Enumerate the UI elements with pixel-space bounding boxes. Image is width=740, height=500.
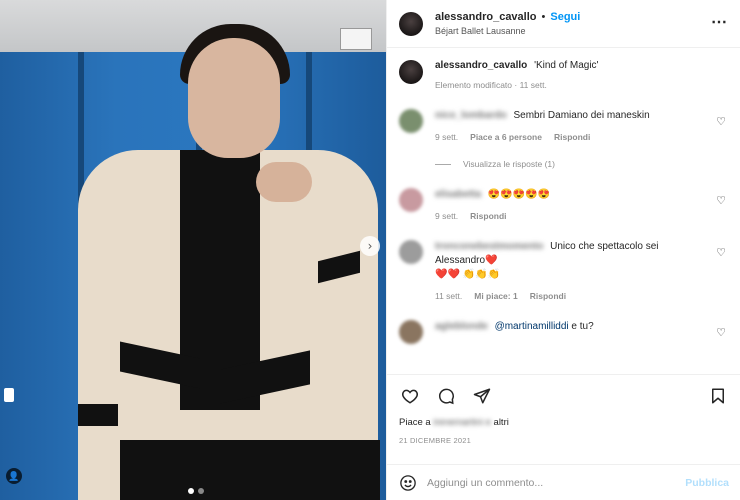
caption-edited-time: Elemento modificato · 11 sett.	[435, 80, 547, 90]
post-photo[interactable]: › 👤	[0, 0, 386, 500]
more-options-icon[interactable]: ⋯	[711, 12, 728, 32]
view-replies-label: Visualizza le risposte (1)	[463, 159, 555, 169]
follow-button[interactable]: Segui	[550, 11, 580, 23]
author-username[interactable]: alessandro_cavallo	[435, 11, 537, 23]
tagged-users-icon[interactable]: 👤	[6, 468, 22, 484]
commenter-avatar[interactable]	[399, 109, 423, 133]
comment-time[interactable]: 9 sett.	[435, 132, 458, 142]
bookmark-icon[interactable]	[707, 385, 729, 407]
like-heart-icon[interactable]	[399, 385, 421, 407]
comment-text: e tu?	[571, 321, 594, 332]
heart-icon[interactable]: ♡	[716, 326, 726, 339]
comment-time[interactable]: 11 sett.	[435, 291, 462, 301]
post-caption: alessandro_cavallo 'Kind of Magic' Eleme…	[399, 60, 726, 90]
comment-text: Sembri Damiano dei maneskin	[513, 110, 650, 121]
likes-summary[interactable]: Piace a irenemartini e altri	[399, 417, 729, 428]
reply-button[interactable]: Rispondi	[554, 132, 590, 142]
photo-tag-marker	[4, 388, 14, 402]
commenter-avatar[interactable]	[399, 320, 423, 344]
photo-person-hand	[256, 162, 312, 202]
commenter-avatar[interactable]	[399, 188, 423, 212]
comment-item: nico_lombardo Sembri Damiano dei maneski…	[399, 109, 726, 142]
commenter-avatar[interactable]	[399, 240, 423, 264]
carousel-dot	[198, 488, 204, 494]
heart-icon[interactable]: ♡	[716, 115, 726, 128]
comment-time[interactable]: 9 sett.	[435, 211, 458, 221]
post-location[interactable]: Béjart Ballet Lausanne	[435, 26, 580, 36]
comment-likes[interactable]: Mi piace: 1	[474, 291, 517, 301]
jacket-stripe	[120, 440, 380, 500]
photo-person-head	[188, 38, 280, 158]
comment-item: elisabetta 😍😍😍😍😍 9 sett. Rispondi ♡	[399, 188, 726, 221]
comment-mention[interactable]: @martinamilliddi	[495, 321, 569, 332]
caption-text: 'Kind of Magic'	[534, 60, 599, 71]
author-avatar[interactable]	[399, 11, 423, 36]
caption-avatar[interactable]	[399, 60, 423, 84]
post-actions: Piace a irenemartini e altri 21 DICEMBRE…	[387, 374, 740, 464]
jacket-stripe	[78, 404, 118, 426]
comment-likes[interactable]: Piace a 6 persone	[470, 132, 542, 142]
reply-button[interactable]: Rispondi	[470, 211, 506, 221]
carousel-dot-active	[188, 488, 194, 494]
reply-button[interactable]: Rispondi	[530, 291, 566, 301]
post-date: 21 DICEMBRE 2021	[399, 436, 471, 445]
likes-prefix: Piace a	[399, 417, 431, 428]
commenter-username[interactable]: nico_lombardo	[435, 110, 507, 121]
comment-icon[interactable]	[435, 385, 457, 407]
publish-button[interactable]: Pubblica	[685, 477, 729, 489]
comments-list[interactable]: alessandro_cavallo 'Kind of Magic' Eleme…	[387, 48, 740, 374]
post-details-panel: alessandro_cavallo • Segui Béjart Ballet…	[386, 0, 740, 500]
post-header: alessandro_cavallo • Segui Béjart Ballet…	[387, 0, 740, 48]
heart-icon[interactable]: ♡	[716, 194, 726, 207]
add-comment-bar: Pubblica	[387, 464, 740, 500]
replies-line	[435, 163, 451, 165]
heart-icon[interactable]: ♡	[716, 246, 726, 259]
caption-username[interactable]: alessandro_cavallo	[435, 60, 527, 71]
likes-suffix[interactable]: altri	[494, 417, 509, 428]
likes-users[interactable]: irenemartini e	[433, 417, 491, 428]
comment-item: tronconebestmomento Unico che spettacolo…	[399, 240, 726, 301]
commenter-username[interactable]: agleblonde	[435, 321, 488, 332]
view-replies-button[interactable]: Visualizza le risposte (1)	[435, 159, 726, 169]
comment-input[interactable]	[427, 476, 686, 489]
carousel-dots	[188, 488, 204, 494]
next-photo-button[interactable]: ›	[360, 236, 380, 256]
emoji-icon[interactable]	[399, 474, 417, 492]
comment-item: agleblonde @martinamilliddi e tu? ♡	[399, 320, 726, 344]
share-icon[interactable]	[471, 385, 493, 407]
photo-wall-sign	[340, 28, 372, 50]
separator-dot: •	[541, 11, 546, 23]
comment-text: 😍😍😍😍😍	[487, 189, 551, 200]
commenter-username[interactable]: tronconebestmomento	[435, 241, 543, 252]
comment-text-emoji: ❤️❤️ 👏👏👏	[435, 269, 501, 280]
commenter-username[interactable]: elisabetta	[435, 189, 481, 200]
